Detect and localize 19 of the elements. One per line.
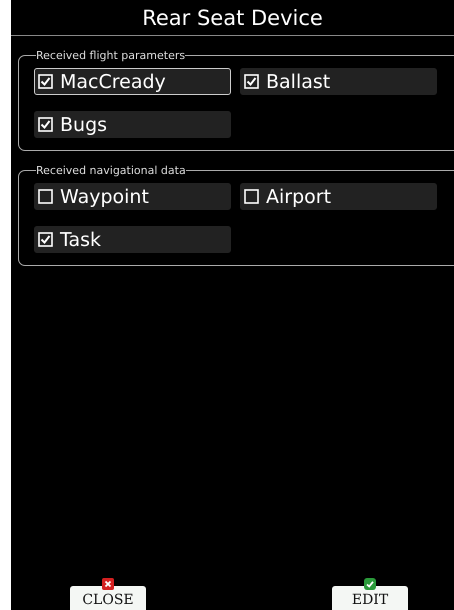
footer-button[interactable]: EDIT (332, 586, 408, 610)
checkbox-item[interactable]: MacCready (34, 68, 231, 95)
checkbox-item[interactable]: Airport (240, 183, 437, 210)
checkbox-item[interactable]: Ballast (240, 68, 437, 95)
checkbox-item[interactable]: Bugs (34, 111, 231, 138)
group-legend: Received navigational data (36, 164, 186, 177)
checkbox-label: Airport (266, 186, 332, 208)
checkbox-item[interactable]: Task (34, 226, 231, 253)
checkbox-label: Ballast (266, 70, 330, 92)
window-title: Rear Seat Device (11, 0, 454, 36)
checkbox-item[interactable]: Waypoint (34, 183, 231, 210)
checkbox-label: Waypoint (60, 186, 149, 208)
close-icon (102, 578, 114, 590)
footer-button[interactable]: CLOSE (70, 586, 146, 610)
checkbox-label: Task (60, 228, 102, 250)
checkbox-label: MacCready (60, 70, 166, 92)
checkbox-label: Bugs (60, 114, 108, 136)
checkmark-icon (364, 578, 376, 590)
group-legend: Received flight parameters (36, 49, 186, 62)
